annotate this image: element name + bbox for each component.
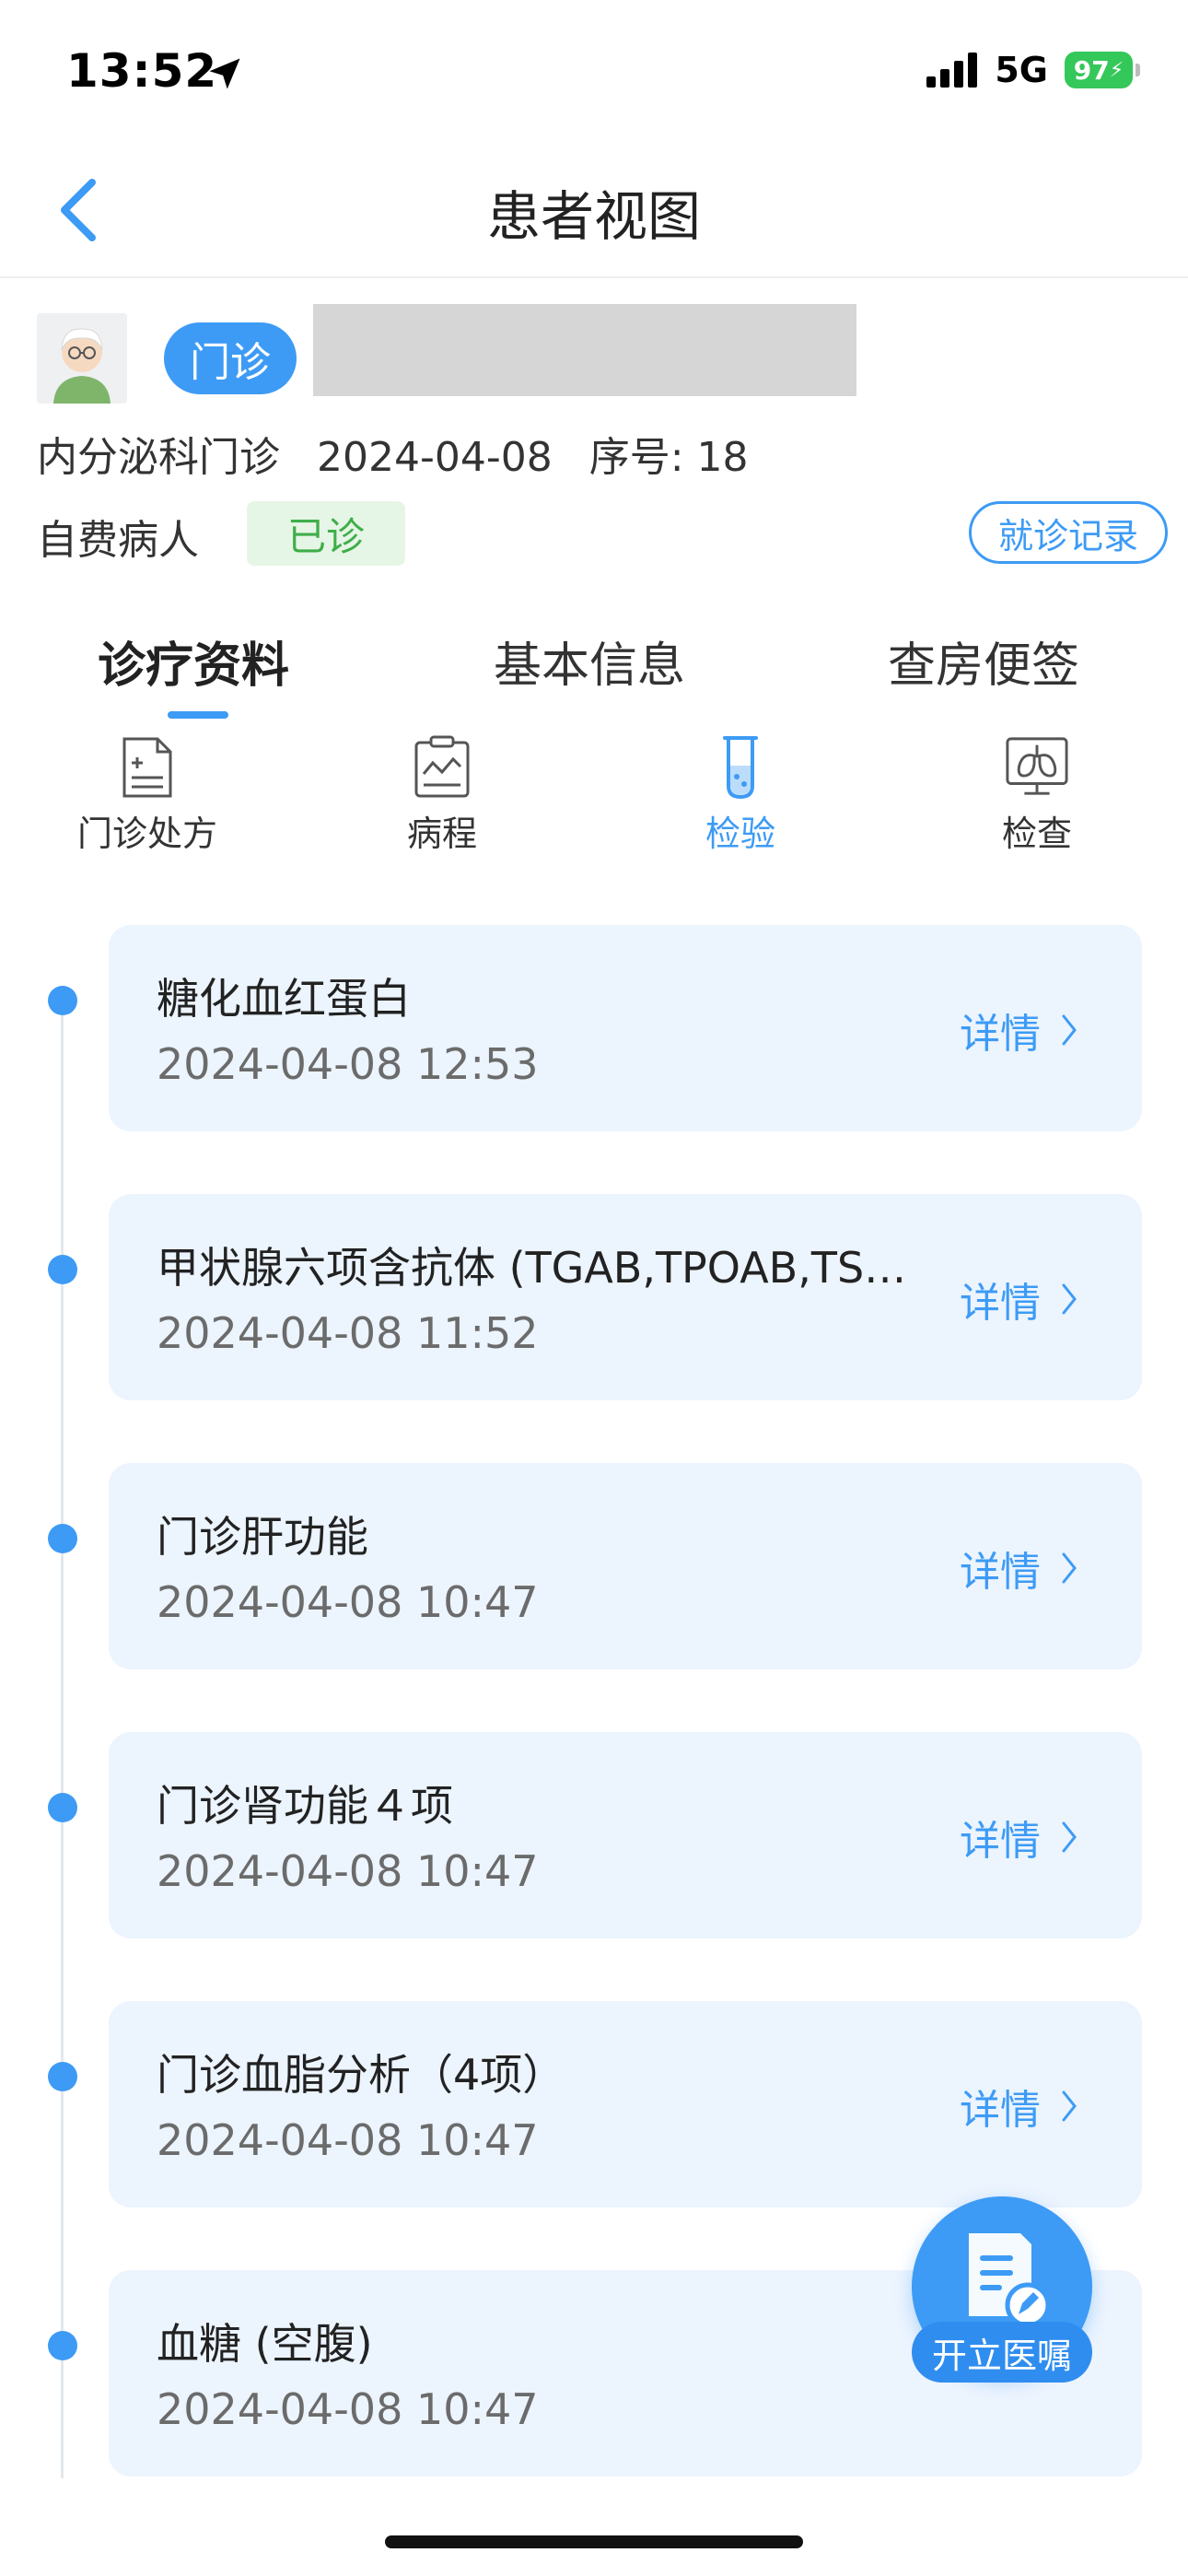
lab-record-card[interactable]: 门诊血脂分析（4项） 2024-04-08 10:47 详情 bbox=[109, 2001, 1142, 2207]
timeline-dot bbox=[48, 1255, 77, 1284]
lab-record-time: 2024-04-08 10:47 bbox=[157, 1846, 539, 1896]
chevron-right-icon bbox=[1062, 1821, 1077, 1853]
sequence-number: 序号: 18 bbox=[588, 434, 749, 481]
subtab-course[interactable]: 病程 bbox=[341, 733, 543, 856]
home-indicator bbox=[385, 2535, 803, 2548]
timeline-dot bbox=[48, 2331, 77, 2360]
pay-type: 自费病人 bbox=[37, 517, 199, 564]
detail-link[interactable]: 详情 bbox=[960, 1270, 1077, 1329]
visit-type-tag: 门诊 bbox=[164, 322, 297, 394]
network-type: 5G bbox=[995, 50, 1048, 90]
battery-icon: 97 ⚡ bbox=[1065, 52, 1140, 88]
lab-record-time: 2024-04-08 12:53 bbox=[157, 1039, 539, 1089]
signal-icon bbox=[926, 53, 978, 88]
lab-record-title: 甲状腺六项含抗体 (TGAB,TPOAB,TSH,FT3,FT4,T3,T4) bbox=[157, 1243, 921, 1293]
battery-level: 97 bbox=[1073, 54, 1110, 86]
lab-record-card[interactable]: 甲状腺六项含抗体 (TGAB,TPOAB,TSH,FT3,FT4,T3,T4) … bbox=[109, 1194, 1142, 1400]
lab-record-title: 门诊肾功能４项 bbox=[157, 1781, 453, 1831]
timeline-line bbox=[61, 986, 64, 2478]
detail-link[interactable]: 详情 bbox=[960, 1808, 1077, 1867]
chevron-right-icon bbox=[1062, 1014, 1077, 1046]
lab-record-card[interactable]: 糖化血红蛋白 2024-04-08 12:53 详情 bbox=[109, 925, 1142, 1131]
lung-monitor-icon bbox=[1006, 737, 1068, 795]
lab-record-title: 糖化血红蛋白 bbox=[157, 974, 411, 1024]
lab-record-time: 2024-04-08 11:52 bbox=[157, 1308, 539, 1358]
tab-diagnosis-data[interactable]: 诊疗资料 bbox=[98, 626, 289, 696]
subtab-lab-test[interactable]: 检验 bbox=[639, 733, 842, 856]
tab-basic-info[interactable]: 基本信息 bbox=[494, 626, 685, 696]
page-title: 患者视图 bbox=[486, 185, 701, 248]
active-tab-indicator bbox=[168, 711, 228, 719]
lab-record-time: 2024-04-08 10:47 bbox=[157, 1577, 539, 1627]
detail-link[interactable]: 详情 bbox=[960, 1539, 1077, 1598]
detail-link[interactable]: 详情 bbox=[960, 2077, 1077, 2136]
lab-record-title: 门诊肝功能 bbox=[157, 1512, 368, 1562]
lab-record-time: 2024-04-08 10:47 bbox=[157, 2115, 539, 2165]
lab-record-card[interactable]: 门诊肾功能４项 2024-04-08 10:47 详情 bbox=[109, 1732, 1142, 1938]
back-button[interactable] bbox=[55, 173, 111, 247]
nav-divider bbox=[0, 276, 1188, 278]
visit-info-line: 内分泌科门诊 2024-04-08 序号: 18 bbox=[37, 424, 786, 483]
subtab-exam[interactable]: 检查 bbox=[936, 733, 1138, 856]
department: 内分泌科门诊 bbox=[37, 434, 280, 481]
status-time: 13:52 bbox=[66, 44, 218, 98]
chart-board-icon bbox=[414, 735, 470, 798]
subtab-prescription[interactable]: 门诊处方 bbox=[46, 733, 249, 856]
visit-records-button[interactable]: 就诊记录 bbox=[969, 501, 1168, 564]
detail-label: 详情 bbox=[960, 1011, 1041, 1058]
lab-record-time: 2024-04-08 10:47 bbox=[157, 2384, 539, 2434]
status-indicators: 5G 97 ⚡ bbox=[926, 50, 1140, 90]
test-tube-icon bbox=[723, 736, 758, 800]
lab-record-card[interactable]: 门诊肝功能 2024-04-08 10:47 详情 bbox=[109, 1463, 1142, 1669]
detail-label: 详情 bbox=[960, 1818, 1041, 1865]
chevron-right-icon bbox=[1062, 1283, 1077, 1315]
location-arrow-icon bbox=[209, 58, 240, 89]
patient-name-redacted bbox=[313, 304, 856, 396]
create-order-label[interactable]: 开立医嘱 bbox=[912, 2322, 1092, 2383]
lab-record-title: 门诊血脂分析（4项） bbox=[157, 2050, 565, 2100]
timeline-dot bbox=[48, 2062, 77, 2091]
elderly-avatar-icon bbox=[37, 313, 127, 404]
chevron-right-icon bbox=[1062, 2090, 1077, 2122]
subtab-label: 病程 bbox=[406, 814, 477, 854]
timeline-dot bbox=[48, 1793, 77, 1822]
chevron-right-icon bbox=[1062, 1552, 1077, 1584]
status-badge: 已诊 bbox=[247, 501, 405, 566]
chevron-left-icon bbox=[61, 179, 96, 241]
patient-avatar bbox=[37, 313, 127, 404]
prescription-icon bbox=[122, 737, 172, 798]
subtab-label: 检验 bbox=[705, 814, 775, 854]
subtab-label: 门诊处方 bbox=[76, 814, 217, 854]
visit-date: 2024-04-08 bbox=[317, 434, 553, 481]
detail-label: 详情 bbox=[960, 2087, 1041, 2134]
timeline-dot bbox=[48, 1524, 77, 1553]
lab-record-title: 血糖 (空腹) bbox=[157, 2319, 373, 2369]
timeline-dot bbox=[48, 986, 77, 1015]
detail-label: 详情 bbox=[960, 1549, 1041, 1596]
subtab-label: 检查 bbox=[1001, 814, 1072, 854]
tab-ward-notes[interactable]: 查房便签 bbox=[888, 626, 1079, 696]
detail-link[interactable]: 详情 bbox=[960, 1001, 1077, 1060]
detail-label: 详情 bbox=[960, 1280, 1041, 1327]
